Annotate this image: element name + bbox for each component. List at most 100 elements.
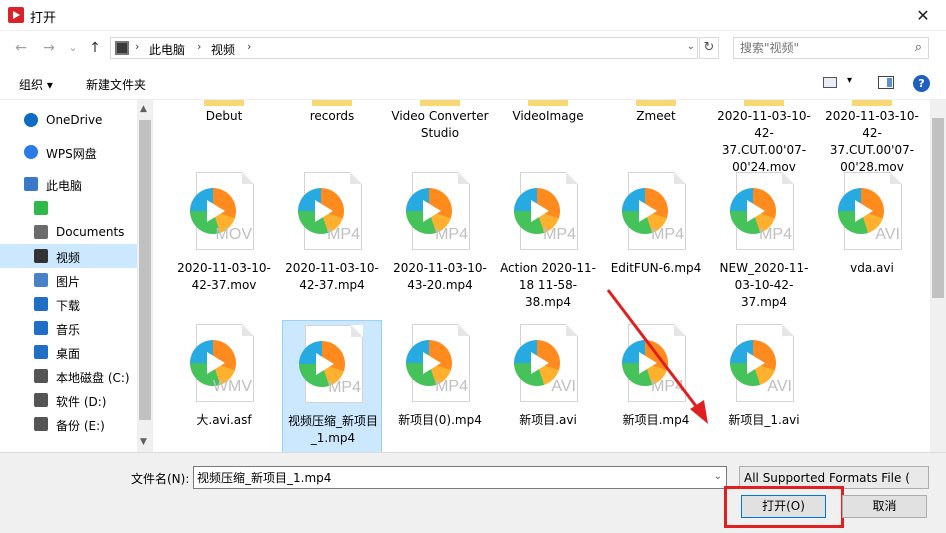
file-extension-label: AVI xyxy=(875,226,900,243)
file-extension-label: MP4 xyxy=(328,379,361,396)
download-icon xyxy=(34,297,48,311)
file-item[interactable]: MP4 2020-11-03-10-42-37.mp4 xyxy=(282,168,382,302)
folder-icon xyxy=(528,100,568,106)
file-name: 大.avi.asf xyxy=(196,413,252,427)
file-item[interactable]: MP4 2020-11-03-10-43-20.mp4 xyxy=(390,168,490,302)
help-button[interactable]: ? xyxy=(913,75,930,92)
sidebar-item-label: 桌面 xyxy=(56,347,81,361)
video-file-icon: AVI xyxy=(730,324,794,402)
sidebar-item[interactable]: Documents xyxy=(0,220,137,244)
sidebar-item[interactable]: 桌面 xyxy=(0,340,137,364)
refresh-button[interactable]: ↻ xyxy=(699,37,719,59)
sidebar-item[interactable]: 视频 xyxy=(0,244,137,268)
new-folder-button[interactable]: 新建文件夹 xyxy=(86,76,146,93)
file-name: records xyxy=(309,109,355,123)
file-item[interactable]: VideoImage xyxy=(498,100,598,162)
video-file-icon: MP4 xyxy=(622,172,686,250)
video-file-icon: MP4 xyxy=(730,172,794,250)
file-item[interactable]: AVI vda.avi xyxy=(822,168,922,302)
sidebar-item[interactable]: 音乐 xyxy=(0,316,137,340)
video-file-icon: MP4 xyxy=(298,172,362,250)
sidebar-item[interactable]: 备份 (E:) xyxy=(0,412,137,436)
file-item[interactable]: AVI 新项目_1.avi xyxy=(714,320,814,452)
sidebar-item[interactable]: 下载 xyxy=(0,292,137,316)
file-item[interactable]: Zmeet xyxy=(606,100,706,162)
sidebar-item[interactable]: 此电脑 xyxy=(0,172,137,196)
file-extension-label: WMV xyxy=(212,378,252,395)
organize-menu-button[interactable]: 组织 ▾ xyxy=(19,76,53,93)
back-button[interactable]: ← xyxy=(12,39,30,57)
breadcrumb-videos[interactable]: 视频 xyxy=(211,41,235,58)
file-item[interactable]: MP4 NEW_2020-11-03-10-42-37.mp4 xyxy=(714,168,814,309)
sidebar-item-label: 图片 xyxy=(56,275,81,289)
film-icon xyxy=(34,249,48,263)
file-list[interactable]: Debut records Video Converter Studio VideoI… xyxy=(154,100,930,452)
file-name: 视频压缩_新项目_1.mp4 xyxy=(287,414,378,445)
sidebar-item[interactable]: OneDrive xyxy=(0,108,137,132)
video-file-icon: MP4 xyxy=(406,324,470,402)
chevron-down-icon[interactable]: ⌄ xyxy=(714,471,722,482)
video-file-icon: MP4 xyxy=(299,325,363,403)
file-item[interactable]: AVI 新项目.avi xyxy=(498,320,598,452)
file-item[interactable]: Debut xyxy=(174,100,274,162)
cancel-button[interactable]: 取消 xyxy=(842,495,927,518)
filename-combobox[interactable]: ⌄ xyxy=(193,466,727,489)
file-name: EditFUN-6.mp4 xyxy=(610,261,702,275)
scroll-up-arrow[interactable]: ▲ xyxy=(140,104,147,114)
search-input[interactable] xyxy=(734,38,904,58)
file-item[interactable]: Video Converter Studio xyxy=(390,100,490,162)
address-bar[interactable]: › 此电脑 › 视频 › ⌄ xyxy=(110,37,698,59)
file-item[interactable]: MP4 Action 2020-11-18 11-58-38.mp4 xyxy=(498,168,598,309)
file-item[interactable]: 2020-11-03-10-42-37.CUT.00'07-00'28.mov xyxy=(822,100,922,174)
video-file-icon: MP4 xyxy=(514,172,578,250)
search-icon[interactable]: ⌕ xyxy=(915,40,922,55)
sidebar-item[interactable]: 本地磁盘 (C:) xyxy=(0,364,137,388)
video-file-icon: WMV xyxy=(190,324,254,402)
drive-icon xyxy=(34,417,48,431)
file-item[interactable]: MP4 EditFUN-6.mp4 xyxy=(606,168,706,302)
drive-icon xyxy=(34,369,48,383)
computer-icon xyxy=(24,177,38,191)
file-name: 新项目_1.avi xyxy=(728,413,800,427)
change-view-icon[interactable] xyxy=(823,77,837,88)
breadcrumb-this-pc[interactable]: 此电脑 xyxy=(149,41,185,58)
folder-icon xyxy=(744,100,784,106)
file-item[interactable]: records xyxy=(282,100,382,162)
scrollbar-thumb[interactable] xyxy=(932,118,944,298)
file-name: 新项目.avi xyxy=(519,413,577,427)
open-button[interactable]: 打开(O) xyxy=(741,495,826,518)
preview-pane-icon[interactable] xyxy=(878,76,894,89)
sidebar-item-label: 下载 xyxy=(56,299,81,313)
folder-icon xyxy=(204,100,244,106)
sidebar-item-label: 音乐 xyxy=(56,323,81,337)
file-name: Zmeet xyxy=(636,109,676,123)
file-item[interactable]: 2020-11-03-10-42-37.CUT.00'07-00'24.mov xyxy=(714,100,814,174)
view-options-dropdown[interactable]: ▾ xyxy=(847,75,852,86)
close-button[interactable]: ✕ xyxy=(900,0,946,31)
sidebar-item[interactable] xyxy=(0,196,137,220)
document-icon xyxy=(34,225,48,239)
sidebar-item-label: WPS网盘 xyxy=(46,147,97,161)
search-box[interactable]: ⌕ xyxy=(733,37,929,59)
navigation-pane[interactable]: OneDrive WPS网盘此电脑 Documents 视频图片下载音乐桌面本地磁盘 … xyxy=(0,100,153,452)
sidebar-item[interactable]: WPS网盘 xyxy=(0,140,137,164)
sidebar-item[interactable]: 图片 xyxy=(0,268,137,292)
up-button[interactable]: ↑ xyxy=(86,39,104,57)
cloud-icon xyxy=(24,145,38,159)
file-item[interactable]: MP4 视频压缩_新项目_1.mp4 xyxy=(282,320,382,452)
file-name: NEW_2020-11-03-10-42-37.mp4 xyxy=(719,261,809,309)
sidebar-item[interactable]: 软件 (D:) xyxy=(0,388,137,412)
recent-locations-button[interactable]: ⌄ xyxy=(64,39,82,57)
forward-button[interactable]: → xyxy=(40,39,58,57)
scrollbar-thumb[interactable] xyxy=(139,120,151,420)
filename-input[interactable] xyxy=(194,467,694,488)
file-item[interactable]: WMV 大.avi.asf xyxy=(174,320,274,452)
chevron-down-icon[interactable]: ⌄ xyxy=(687,41,695,52)
drive-icon xyxy=(34,393,48,407)
sidebar-item-label: 此电脑 xyxy=(46,179,83,193)
file-item[interactable]: MOV 2020-11-03-10-42-37.mov xyxy=(174,168,274,302)
folder-icon xyxy=(420,100,460,106)
file-item[interactable]: MP4 新项目(0).mp4 xyxy=(390,320,490,452)
scroll-down-arrow[interactable]: ▼ xyxy=(140,437,147,447)
file-item[interactable]: MP4 新项目.mp4 xyxy=(606,320,706,452)
